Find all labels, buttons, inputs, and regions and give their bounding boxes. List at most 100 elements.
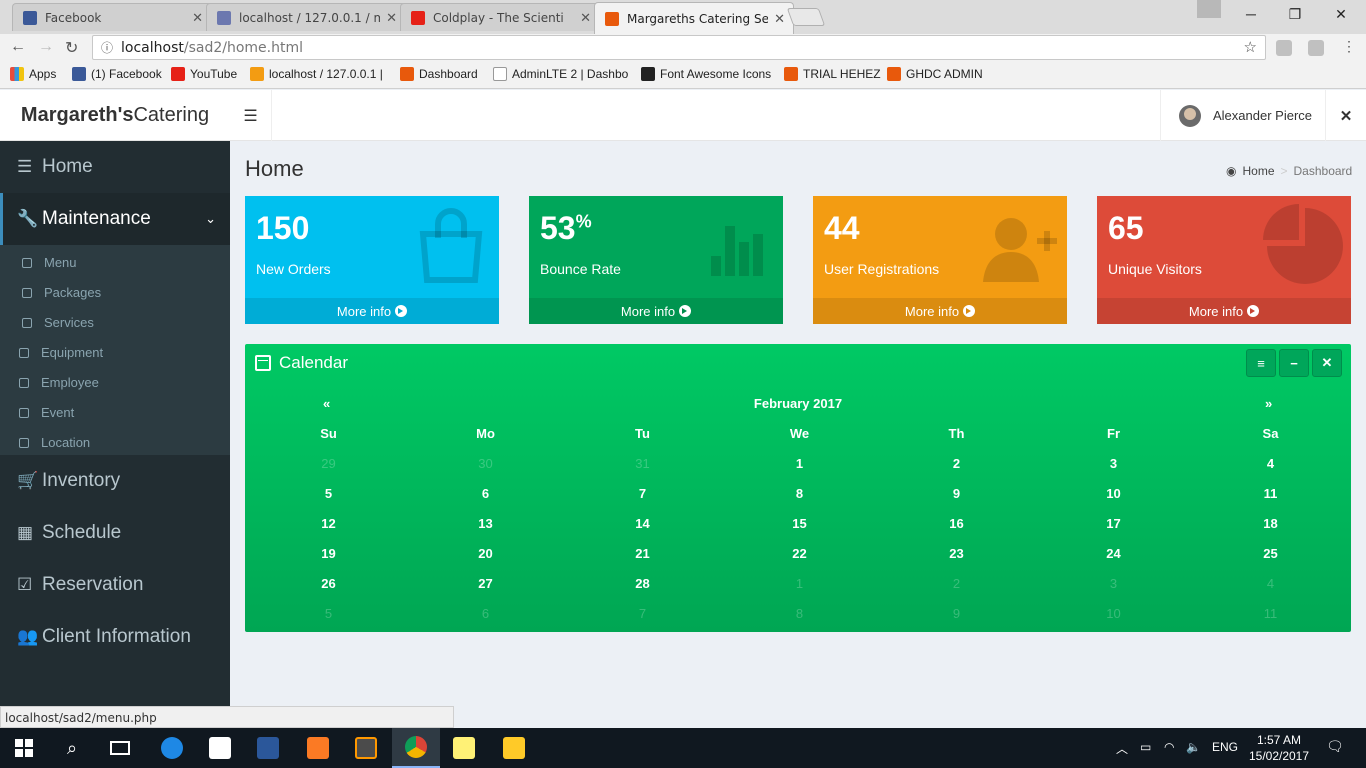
calendar-day[interactable]: 29 — [250, 456, 407, 486]
sidebar-item-inventory[interactable]: 🛒 Inventory — [0, 455, 230, 507]
taskbar-app-sticky-notes[interactable] — [440, 728, 488, 768]
taskbar-app-explorer[interactable] — [490, 728, 538, 768]
bookmark-trial[interactable]: TRIAL HEHEZ — [784, 67, 881, 81]
calendar-day[interactable]: 7 — [564, 486, 721, 516]
profile-icon[interactable] — [1197, 0, 1221, 18]
remove-button[interactable]: ✕ — [1312, 349, 1342, 377]
minimize-button[interactable]: ─ — [1228, 0, 1274, 28]
bookmark-dashboard[interactable]: Dashboard — [400, 67, 478, 81]
sidebar-item-client-information[interactable]: 👥 Client Information — [0, 611, 230, 663]
browser-tab-active[interactable]: Margareths Catering Ser ✕ — [594, 2, 794, 34]
user-menu[interactable]: Alexander Pierce — [1160, 90, 1325, 141]
calendar-day[interactable]: 12 — [250, 516, 407, 546]
sidebar-item-schedule[interactable]: ▦ Schedule — [0, 507, 230, 559]
calendar-day[interactable]: 18 — [1192, 516, 1349, 546]
calendar-day[interactable]: 5 — [250, 606, 407, 636]
extension-icon[interactable] — [1308, 40, 1324, 56]
calendar-day[interactable]: 1 — [721, 576, 878, 606]
calendar-day[interactable]: 9 — [878, 606, 1035, 636]
calendar-day[interactable]: 6 — [407, 486, 564, 516]
taskbar-app-edge[interactable] — [148, 728, 196, 768]
collapse-button[interactable]: − — [1279, 349, 1309, 377]
more-info-link[interactable]: More info — [1097, 298, 1351, 324]
calendar-day[interactable]: 2 — [878, 576, 1035, 606]
chevron-up-icon[interactable]: ︿ — [1116, 740, 1128, 757]
info-icon[interactable]: ⓘ — [101, 39, 113, 56]
calendar-day[interactable]: 9 — [878, 486, 1035, 516]
calendar-day[interactable]: 20 — [407, 546, 564, 576]
submenu-item-employee[interactable]: Employee — [19, 375, 99, 390]
calendar-day[interactable]: 25 — [1192, 546, 1349, 576]
calendar-day[interactable]: 13 — [407, 516, 564, 546]
calendar-day[interactable]: 15 — [721, 516, 878, 546]
volume-icon[interactable]: 🔈 — [1186, 740, 1201, 754]
calendar-day[interactable]: 4 — [1192, 456, 1349, 486]
submenu-item-menu[interactable]: Menu — [22, 255, 77, 270]
bookmark-apps[interactable]: Apps — [10, 67, 56, 81]
close-window-button[interactable]: ✕ — [1318, 0, 1364, 28]
taskbar-app-word[interactable] — [244, 728, 292, 768]
calendar-day[interactable]: 3 — [1035, 456, 1192, 486]
calendar-day[interactable]: 7 — [564, 606, 721, 636]
more-info-link[interactable]: More info — [813, 298, 1067, 324]
taskbar-app-store[interactable] — [196, 728, 244, 768]
submenu-item-event[interactable]: Event — [19, 405, 74, 420]
calendar-menu-button[interactable]: ≡ — [1246, 349, 1276, 377]
sidebar-toggle-button[interactable]: ☰ — [230, 90, 272, 141]
calendar-day[interactable]: 14 — [564, 516, 721, 546]
close-tab-icon[interactable]: ✕ — [386, 10, 397, 26]
sidebar-item-maintenance[interactable]: 🔧 Maintenance ⌄ — [0, 193, 230, 245]
close-icon[interactable]: ✕ — [1325, 90, 1366, 141]
address-bar[interactable]: ⓘ localhost/sad2/home.html ☆ — [92, 35, 1266, 60]
more-info-link[interactable]: More info — [529, 298, 783, 324]
task-view-button[interactable] — [96, 728, 144, 768]
calendar-day[interactable]: 16 — [878, 516, 1035, 546]
calendar-day[interactable]: 5 — [250, 486, 407, 516]
wifi-icon[interactable]: ◠ — [1164, 740, 1174, 754]
calendar-day[interactable]: 11 — [1192, 486, 1349, 516]
bookmark-adminlte[interactable]: AdminLTE 2 | Dashbo — [493, 67, 628, 81]
bookmark-phpmyadmin[interactable]: localhost / 127.0.0.1 | — [250, 67, 383, 81]
calendar-day[interactable]: 19 — [250, 546, 407, 576]
system-clock[interactable]: 1:57 AM 15/02/2017 — [1244, 732, 1314, 764]
calendar-day[interactable]: 21 — [564, 546, 721, 576]
back-icon[interactable]: ← — [10, 38, 26, 56]
notifications-icon[interactable]: 🗨 — [1326, 738, 1344, 755]
taskbar-app-xampp[interactable] — [294, 728, 342, 768]
calendar-day[interactable]: 6 — [407, 606, 564, 636]
close-tab-icon[interactable]: ✕ — [774, 11, 785, 27]
new-tab-button[interactable] — [786, 8, 826, 26]
close-tab-icon[interactable]: ✕ — [580, 10, 591, 26]
calendar-day[interactable]: 26 — [250, 576, 407, 606]
app-logo[interactable]: Margareth's Catering — [0, 90, 230, 141]
bookmark-star-icon[interactable]: ☆ — [1244, 38, 1257, 56]
calendar-day[interactable]: 22 — [721, 546, 878, 576]
bookmark-ghdc[interactable]: GHDC ADMIN — [887, 67, 983, 81]
calendar-day[interactable]: 24 — [1035, 546, 1192, 576]
bookmark-facebook[interactable]: (1) Facebook — [72, 67, 162, 81]
calendar-day[interactable]: 10 — [1035, 606, 1192, 636]
search-button[interactable]: ⌕ — [48, 728, 96, 768]
calendar-next-button[interactable]: » — [1265, 396, 1272, 411]
calendar-day[interactable]: 1 — [721, 456, 878, 486]
language-indicator[interactable]: ENG — [1212, 740, 1238, 754]
calendar-day[interactable]: 31 — [564, 456, 721, 486]
calendar-day[interactable]: 8 — [721, 606, 878, 636]
calendar-day[interactable]: 17 — [1035, 516, 1192, 546]
bookmark-youtube[interactable]: YouTube — [171, 67, 237, 81]
bookmark-font-awesome[interactable]: Font Awesome Icons — [641, 67, 771, 81]
browser-tab[interactable]: Coldplay - The Scienti ✕ — [400, 3, 600, 31]
menu-dots-icon[interactable]: ⋮ — [1342, 38, 1356, 55]
calendar-day[interactable]: 2 — [878, 456, 1035, 486]
submenu-item-services[interactable]: Services — [22, 315, 94, 330]
forward-icon[interactable]: → — [38, 38, 54, 56]
submenu-item-equipment[interactable]: Equipment — [19, 345, 103, 360]
restore-button[interactable]: ❐ — [1272, 0, 1318, 28]
calendar-day[interactable]: 27 — [407, 576, 564, 606]
calendar-prev-button[interactable]: « — [323, 396, 330, 411]
start-button[interactable] — [0, 728, 48, 768]
breadcrumb-home-link[interactable]: Home — [1242, 164, 1274, 178]
calendar-day[interactable]: 3 — [1035, 576, 1192, 606]
taskbar-app-sublime[interactable] — [342, 728, 390, 768]
calendar-month-title[interactable]: February 2017 — [245, 396, 1351, 411]
